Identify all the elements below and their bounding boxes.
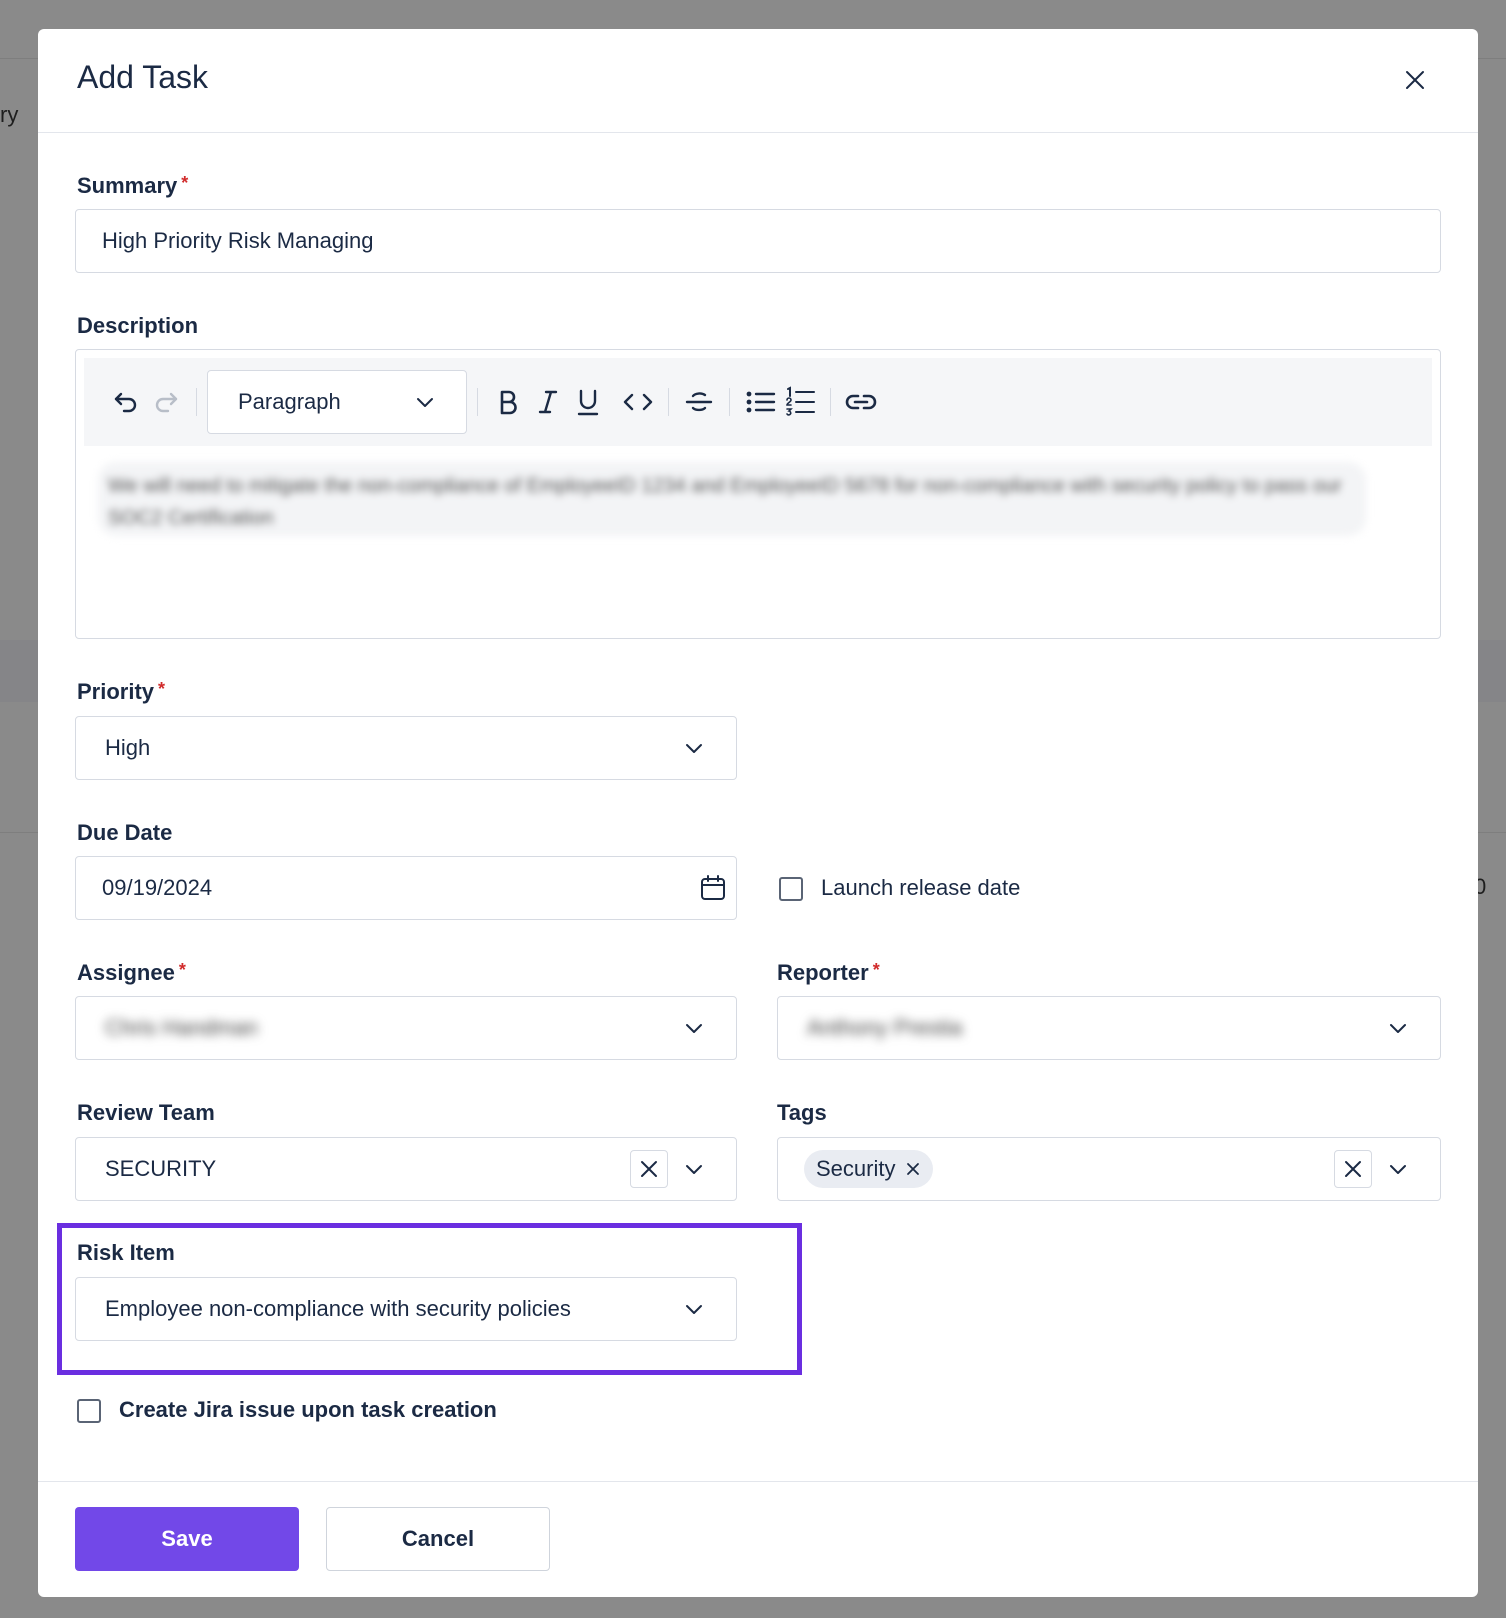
tag-chip: Security	[804, 1150, 934, 1188]
priority-value: High	[105, 735, 151, 760]
due-date-input[interactable]: 09/19/2024	[75, 856, 737, 920]
create-jira-label: Create Jira issue upon task creation	[119, 1397, 497, 1422]
assignee-value: Chris Handman	[105, 1015, 258, 1040]
risk-item-value: Employee non-compliance with security po…	[105, 1296, 571, 1321]
priority-label: Priority *	[77, 679, 165, 705]
close-icon	[1406, 71, 1424, 89]
reporter-select[interactable]: Anthony Prestia	[777, 996, 1441, 1060]
chevron-down-icon	[686, 1024, 702, 1033]
remove-tag-icon[interactable]	[905, 1161, 921, 1177]
toolbar-separator	[477, 388, 478, 416]
tag-chip-label: Security	[816, 1156, 896, 1181]
code-button[interactable]	[618, 382, 658, 422]
summary-label-text: Summary	[77, 173, 178, 198]
italic-icon	[538, 390, 558, 414]
toolbar-separator	[196, 388, 197, 416]
bold-icon	[500, 390, 517, 415]
reporter-label: Reporter *	[777, 960, 880, 986]
editor-toolbar: Paragraph	[84, 358, 1432, 446]
code-icon	[623, 393, 653, 411]
assignee-label: Assignee *	[77, 960, 186, 986]
background-text-fragment: ry	[0, 102, 19, 127]
redo-button[interactable]	[146, 382, 186, 422]
summary-input[interactable]: High Priority Risk Managing	[75, 209, 1441, 273]
underline-icon	[577, 389, 599, 416]
close-button[interactable]	[1400, 65, 1430, 95]
add-task-modal: Add Task Summary * High Priority Risk Man…	[38, 29, 1478, 1597]
tags-select[interactable]: Security	[777, 1137, 1441, 1201]
chevron-down-icon	[686, 1305, 702, 1314]
review-team-value: SECURITY	[105, 1156, 217, 1181]
strikethrough-button[interactable]	[679, 382, 719, 422]
review-team-label: Review Team	[77, 1100, 215, 1125]
description-content: We will need to mitigate the non-complia…	[98, 462, 1366, 536]
save-button[interactable]: Save	[75, 1507, 299, 1571]
clear-review-team-button[interactable]	[630, 1150, 668, 1188]
modal-title: Add Task	[77, 59, 209, 95]
chevron-down-icon	[686, 1165, 702, 1174]
create-jira-checkbox[interactable]	[77, 1399, 101, 1423]
description-editor[interactable]: Paragraph We will need to mitigate the n…	[75, 349, 1441, 639]
chevron-down-icon	[686, 744, 702, 753]
link-icon	[845, 394, 877, 410]
required-mark: *	[872, 960, 880, 980]
numbered-list-button[interactable]	[780, 382, 820, 422]
chevron-down-icon	[1390, 1024, 1406, 1033]
modal-footer: Save Cancel	[38, 1481, 1478, 1597]
bulleted-list-button[interactable]	[740, 382, 780, 422]
undo-icon	[114, 392, 137, 413]
priority-label-text: Priority	[77, 679, 155, 704]
redo-icon	[155, 392, 178, 413]
tags-label: Tags	[777, 1100, 827, 1125]
launch-release-date-checkbox[interactable]	[779, 877, 803, 901]
review-team-select[interactable]: SECURITY	[75, 1137, 737, 1201]
priority-select[interactable]: High	[75, 716, 737, 780]
strikethrough-icon	[685, 392, 713, 412]
numbered-list-icon	[786, 386, 815, 416]
required-mark: *	[158, 679, 166, 699]
required-mark: *	[181, 173, 189, 193]
description-label: Description	[77, 313, 199, 338]
required-mark: *	[178, 960, 186, 980]
assignee-label-text: Assignee	[77, 960, 175, 985]
calendar-icon[interactable]	[700, 874, 726, 902]
reporter-value: Anthony Prestia	[807, 1015, 963, 1040]
chevron-down-icon	[1390, 1165, 1406, 1174]
link-button[interactable]	[841, 382, 881, 422]
chevron-down-icon	[417, 398, 433, 407]
toolbar-separator	[729, 388, 730, 416]
block-type-select[interactable]: Paragraph	[207, 370, 467, 434]
due-date-value: 09/19/2024	[102, 875, 213, 900]
risk-item-label: Risk Item	[77, 1240, 175, 1265]
undo-button[interactable]	[106, 382, 146, 422]
modal-header: Add Task	[38, 29, 1478, 133]
assignee-select[interactable]: Chris Handman	[75, 996, 737, 1060]
underline-button[interactable]	[568, 382, 608, 422]
close-icon	[641, 1161, 657, 1177]
summary-label: Summary *	[77, 173, 188, 199]
cancel-button[interactable]: Cancel	[326, 1507, 550, 1571]
reporter-label-text: Reporter	[777, 960, 869, 985]
due-date-label: Due Date	[77, 820, 173, 845]
risk-item-select[interactable]: Employee non-compliance with security po…	[75, 1277, 737, 1341]
italic-button[interactable]	[528, 382, 568, 422]
bulleted-list-icon	[746, 391, 776, 413]
launch-release-date-label: Launch release date	[821, 875, 1021, 900]
block-type-value: Paragraph	[238, 389, 341, 414]
toolbar-separator	[668, 388, 669, 416]
clear-tags-button[interactable]	[1334, 1150, 1372, 1188]
summary-value: High Priority Risk Managing	[102, 228, 374, 253]
toolbar-separator	[830, 388, 831, 416]
close-icon	[1345, 1161, 1361, 1177]
bold-button[interactable]	[488, 382, 528, 422]
